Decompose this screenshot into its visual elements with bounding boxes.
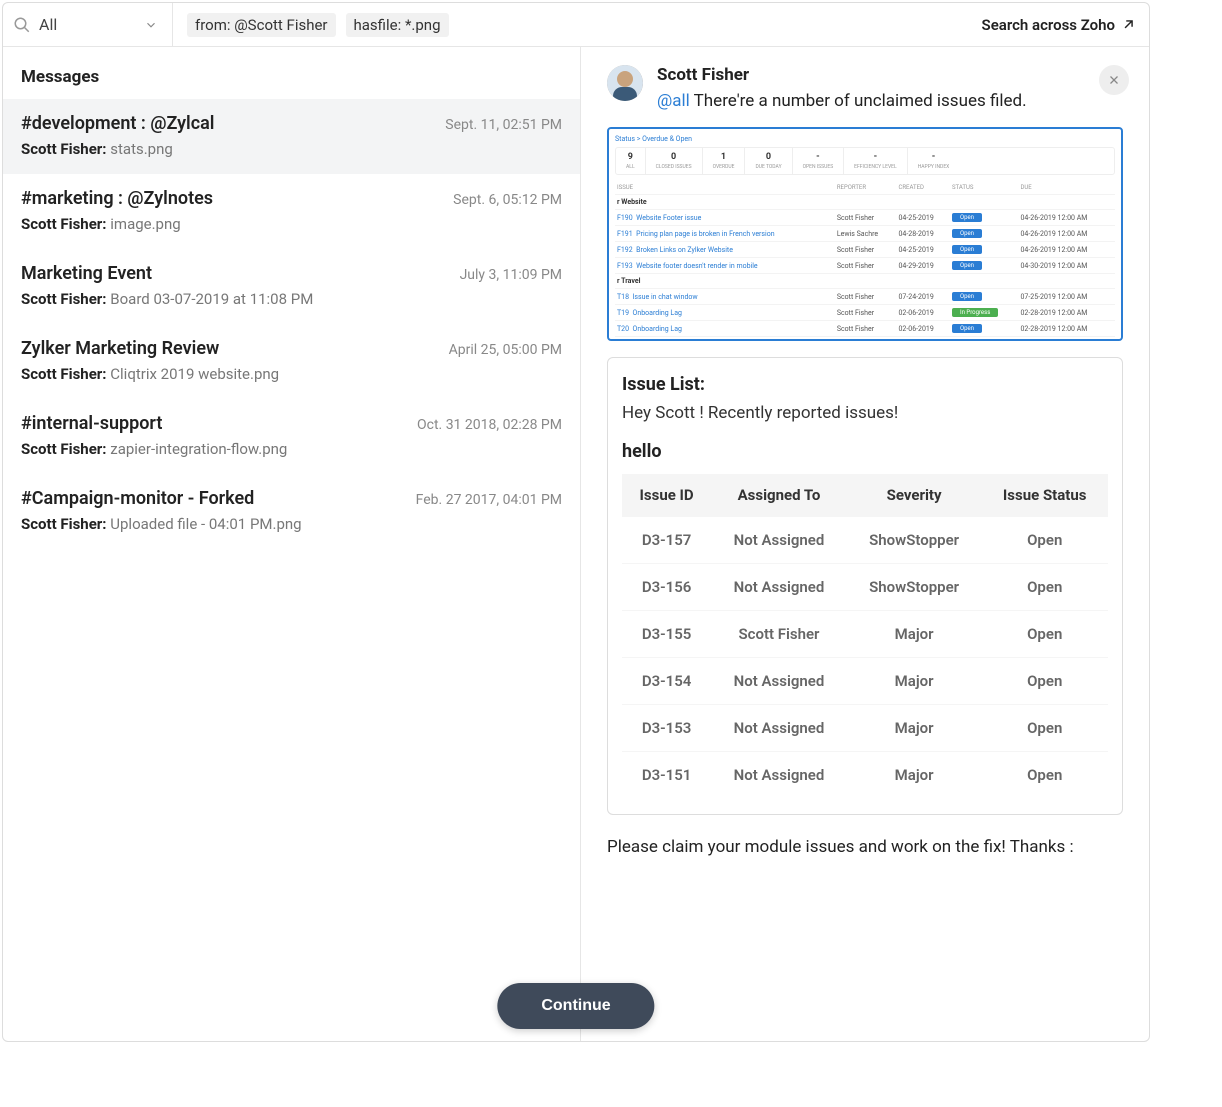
search-chip-hasfile[interactable]: hasfile: *.png: [346, 13, 449, 37]
search-scope-dropdown[interactable]: All: [3, 3, 173, 46]
issue-row[interactable]: D3-151Not AssignedMajorOpen: [622, 752, 1108, 799]
attach-row: F191 Pricing plan page is broken in Fren…: [615, 226, 1115, 242]
chevron-down-icon: [144, 18, 158, 32]
search-icon: [13, 16, 31, 34]
close-button[interactable]: [1099, 65, 1129, 95]
issue-col: Assigned To: [711, 474, 847, 517]
issue-row[interactable]: D3-157Not AssignedShowStopperOpen: [622, 517, 1108, 564]
attach-row: T19 Onboarding LagScott Fisher02-06-2019…: [615, 305, 1115, 321]
attach-row: F192 Broken Links on Zylker WebsiteScott…: [615, 242, 1115, 258]
message-title: #Campaign-monitor - Forked: [21, 488, 254, 509]
message-snippet: Cliqtrix 2019 website.png: [110, 365, 279, 383]
message-title: Marketing Event: [21, 263, 152, 284]
issue-col: Severity: [847, 474, 982, 517]
message-time: Sept. 6, 05:12 PM: [453, 192, 562, 208]
message-time: Oct. 31 2018, 02:28 PM: [417, 417, 562, 433]
detail-body-text: There're a number of unclaimed issues fi…: [690, 91, 1027, 111]
issue-table-header: Issue IDAssigned ToSeverityIssue Status: [622, 474, 1108, 517]
message-author: Scott Fisher:: [21, 515, 107, 533]
attach-stat: 9All: [616, 148, 646, 174]
message-snippet: Board 03-07-2019 at 11:08 PM: [110, 290, 313, 308]
message-snippet: Uploaded file - 04:01 PM.png: [110, 515, 301, 533]
topbar: All from: @Scott Fisher hasfile: *.png S…: [3, 3, 1149, 47]
issue-table: Issue IDAssigned ToSeverityIssue Status …: [622, 474, 1108, 798]
continue-bar: Continue: [497, 983, 654, 1029]
message-snippet: stats.png: [110, 140, 173, 158]
message-item[interactable]: #development : @Zylcal Sept. 11, 02:51 PM…: [3, 99, 580, 174]
main-split: Messages #development : @Zylcal Sept. 11,…: [3, 47, 1149, 1041]
attach-stat: 1Overdue: [703, 148, 746, 174]
message-detail-pane: Scott Fisher @all There're a number of u…: [581, 47, 1149, 1041]
message-item[interactable]: #marketing : @Zylnotes Sept. 6, 05:12 PM S…: [3, 174, 580, 249]
attach-stats: 9All0Closed Issues1Overdue0Due Today-Ope…: [615, 147, 1115, 175]
message-time: April 25, 05:00 PM: [449, 342, 562, 358]
detail-body: @all There're a number of unclaimed issu…: [657, 91, 1123, 111]
attach-row: I107 This is for the demoScott Fisher05-…: [615, 337, 1115, 342]
attach-row: T18 Issue in chat windowScott Fisher07-2…: [615, 289, 1115, 305]
search-across-zoho-link[interactable]: Search across Zoho: [968, 16, 1149, 34]
issue-row[interactable]: D3-153Not AssignedMajorOpen: [622, 705, 1108, 752]
message-author: Scott Fisher:: [21, 215, 107, 233]
message-time: July 3, 11:09 PM: [460, 267, 562, 283]
message-title: #marketing : @Zylnotes: [21, 188, 213, 209]
mention-all[interactable]: @all: [657, 91, 690, 111]
search-chip-from[interactable]: from: @Scott Fisher: [187, 13, 336, 37]
attach-stat: -Efficiency Level: [844, 148, 908, 174]
attach-stat: -Open Issues: [793, 148, 845, 174]
close-icon: [1108, 74, 1120, 86]
scope-label: All: [39, 15, 136, 34]
message-author: Scott Fisher:: [21, 440, 107, 458]
issue-card-title: Issue List:: [622, 374, 1108, 395]
zoho-link-label: Search across Zoho: [982, 16, 1115, 34]
message-item[interactable]: #internal-support Oct. 31 2018, 02:28 PM S…: [3, 399, 580, 474]
message-snippet: image.png: [110, 215, 180, 233]
message-title: Zylker Marketing Review: [21, 338, 219, 359]
app-window: All from: @Scott Fisher hasfile: *.png S…: [2, 2, 1150, 1042]
message-item[interactable]: Marketing Event July 3, 11:09 PM Scott Fis…: [3, 249, 580, 324]
attach-row: F193 Website footer doesn't render in mo…: [615, 258, 1115, 274]
continue-button[interactable]: Continue: [497, 983, 654, 1029]
message-time: Feb. 27 2017, 04:01 PM: [416, 492, 562, 508]
attach-row: F190 Website Footer issueScott Fisher04-…: [615, 210, 1115, 226]
message-item[interactable]: #Campaign-monitor - Forked Feb. 27 2017, …: [3, 474, 580, 549]
detail-author: Scott Fisher: [657, 65, 1123, 85]
attach-row: T20 Onboarding LagScott Fisher02-06-2019…: [615, 321, 1115, 337]
external-link-icon: [1121, 18, 1135, 32]
message-author: Scott Fisher:: [21, 140, 107, 158]
issue-card: Issue List: Hey Scott ! Recently reporte…: [607, 357, 1123, 815]
message-author: Scott Fisher:: [21, 365, 107, 383]
issue-row[interactable]: D3-155Scott FisherMajorOpen: [622, 611, 1108, 658]
issue-row[interactable]: D3-154Not AssignedMajorOpen: [622, 658, 1108, 705]
issue-card-hello: hello: [622, 441, 1108, 462]
messages-heading: Messages: [3, 47, 580, 99]
issue-col: Issue ID: [622, 474, 711, 517]
attachment-preview[interactable]: Status > Overdue & Open 9All0Closed Issu…: [607, 127, 1123, 341]
message-time: Sept. 11, 02:51 PM: [445, 117, 562, 133]
attach-table: IssueReporterCreatedStatusDuer WebsiteF1…: [615, 181, 1115, 341]
search-chip-area[interactable]: from: @Scott Fisher hasfile: *.png: [173, 13, 968, 37]
attach-stat: 0Due Today: [745, 148, 792, 174]
message-title: #internal-support: [21, 413, 162, 434]
issue-col: Issue Status: [981, 474, 1108, 517]
closing-text: Please claim your module issues and work…: [607, 837, 1123, 857]
message-title: #development : @Zylcal: [21, 113, 214, 134]
message-item[interactable]: Zylker Marketing Review April 25, 05:00 P…: [3, 324, 580, 399]
message-list-pane: Messages #development : @Zylcal Sept. 11,…: [3, 47, 581, 1041]
message-list: #development : @Zylcal Sept. 11, 02:51 PM…: [3, 99, 580, 549]
attach-stat: 0Closed Issues: [646, 148, 703, 174]
message-snippet: zapier-integration-flow.png: [110, 440, 287, 458]
issue-row[interactable]: D3-156Not AssignedShowStopperOpen: [622, 564, 1108, 611]
message-author: Scott Fisher:: [21, 290, 107, 308]
attach-stat: -Happy Index: [908, 148, 960, 174]
detail-header: Scott Fisher @all There're a number of u…: [607, 65, 1123, 111]
attach-breadcrumb: Status > Overdue & Open: [615, 135, 1115, 147]
issue-card-subtitle: Hey Scott ! Recently reported issues!: [622, 403, 1108, 423]
avatar: [607, 65, 643, 101]
